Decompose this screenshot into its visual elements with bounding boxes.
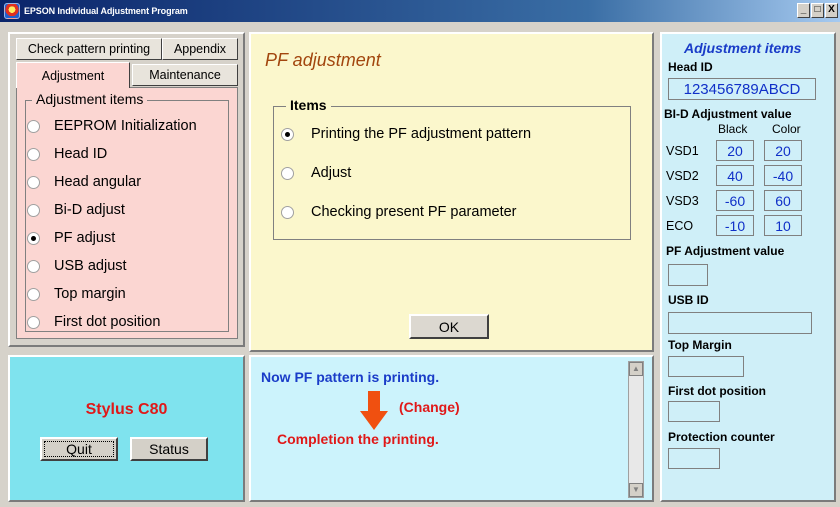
message-panel: Now PF pattern is printing. (Change) Com… [249,355,654,502]
head-id-label: Head ID [668,60,713,74]
message-line-completion: Completion the printing. [277,431,439,447]
radio-eeprom-initialization[interactable]: EEPROM Initialization [27,118,197,134]
usb-id-label: USB ID [668,293,709,307]
bid-color-value: 60 [764,190,802,211]
first-dot-position-field [668,401,720,422]
adjustment-items-legend: Adjustment items [32,91,148,107]
option-print-pf-pattern[interactable]: Printing the PF adjustment pattern [281,126,531,142]
bid-row-label: VSD1 [666,144,699,158]
items-legend: Items [286,97,331,113]
radio-label-pf-adjust: PF adjust [54,230,116,246]
window-controls: _ □ X [797,3,838,18]
change-label: (Change) [399,399,460,415]
status-button[interactable]: Status [130,437,208,461]
bid-color-value: -40 [764,165,802,186]
pf-adjustment-value-field [668,264,708,286]
option-adjust[interactable]: Adjust [281,165,351,181]
radio-button-first-dot-position[interactable] [27,315,40,329]
option-label-adjust: Adjust [311,165,352,181]
quit-button[interactable]: Quit [40,437,118,461]
radio-button-bi-d-adjust[interactable] [27,203,40,217]
title-bar: EPSON Individual Adjustment Program _ □ … [0,0,840,22]
left-panel: Check pattern printing Appendix Adjustme… [8,32,245,347]
bid-row-label: VSD3 [666,194,699,208]
radio-head-angular[interactable]: Head angular [27,174,141,190]
center-panel: PF adjustment Items Printing the PF adju… [249,32,654,352]
usb-id-field [668,312,812,334]
radio-button-eeprom-initialization[interactable] [27,119,40,133]
radio-button-head-angular[interactable] [27,175,40,189]
message-scrollbar[interactable]: ▲ ▼ [628,361,644,498]
option-radio-adjust[interactable] [281,166,294,180]
radio-button-usb-adjust[interactable] [27,259,40,273]
epson-app-icon [4,3,20,19]
protection-counter-field [668,448,720,469]
head-id-field: 123456789ABCD [668,78,816,100]
minimize-button[interactable]: _ [797,3,810,18]
radio-button-pf-adjust[interactable] [27,231,40,245]
option-label-check-pf-parameter: Checking present PF parameter [311,204,517,220]
adjustment-items-heading: Adjustment items [684,40,802,56]
radio-button-head-id[interactable] [27,147,40,161]
radio-label-bi-d-adjust: Bi-D adjust [54,202,125,218]
radio-head-id[interactable]: Head ID [27,146,107,162]
bid-black-value: 40 [716,165,754,186]
bid-black-value: 20 [716,140,754,161]
adjustment-tab-content: Adjustment items EEPROM Initialization He… [16,87,238,339]
radio-label-top-margin: Top margin [54,286,126,302]
tab-appendix[interactable]: Appendix [162,38,238,60]
col-black-label: Black [718,122,748,136]
close-button[interactable]: X [825,3,838,18]
pf-adjustment-title: PF adjustment [265,50,381,70]
tab-maintenance[interactable]: Maintenance [132,64,238,86]
radio-bi-d-adjust[interactable]: Bi-D adjust [27,202,125,218]
window-title: EPSON Individual Adjustment Program [24,6,188,16]
scroll-down-icon[interactable]: ▼ [629,483,643,497]
model-name: Stylus C80 [85,401,168,418]
radio-label-eeprom-initialization: EEPROM Initialization [54,118,197,134]
bid-color-value: 20 [764,140,802,161]
option-label-print-pf-pattern: Printing the PF adjustment pattern [311,126,532,142]
option-radio-print-pf-pattern[interactable] [281,127,294,141]
model-panel: Stylus C80 Quit Status [8,355,245,502]
down-arrow-icon [360,391,388,430]
top-margin-label: Top Margin [668,338,732,352]
top-margin-field [668,356,744,377]
tab-check-pattern-printing[interactable]: Check pattern printing [16,38,162,60]
radio-label-usb-adjust: USB adjust [54,258,127,274]
option-radio-check-pf-parameter[interactable] [281,205,294,219]
radio-first-dot-position[interactable]: First dot position [27,314,160,330]
bid-color-value: 10 [764,215,802,236]
pf-adjustment-value-label: PF Adjustment value [666,244,785,258]
radio-pf-adjust[interactable]: PF adjust [27,230,115,246]
option-check-pf-parameter[interactable]: Checking present PF parameter [281,204,517,220]
first-dot-position-label: First dot position [668,384,766,398]
protection-counter-label: Protection counter [668,430,775,444]
right-panel: Adjustment items Head ID 123456789ABCD B… [660,32,836,502]
radio-top-margin[interactable]: Top margin [27,286,126,302]
window-client: Check pattern printing Appendix Adjustme… [0,22,840,507]
bid-row-label: VSD2 [666,169,699,183]
radio-label-head-angular: Head angular [54,174,142,190]
tab-adjustment[interactable]: Adjustment [16,62,130,88]
col-color-label: Color [772,122,801,136]
bid-black-value: -60 [716,190,754,211]
radio-button-top-margin[interactable] [27,287,40,301]
maximize-button[interactable]: □ [811,3,824,18]
bid-row-label: ECO [666,219,694,233]
message-line-printing: Now PF pattern is printing. [261,369,440,385]
radio-usb-adjust[interactable]: USB adjust [27,258,127,274]
bid-adjustment-label: BI-D Adjustment value [664,107,792,121]
radio-label-head-id: Head ID [54,146,108,162]
scroll-up-icon[interactable]: ▲ [629,362,643,376]
ok-button[interactable]: OK [409,314,489,339]
radio-label-first-dot-position: First dot position [54,314,161,330]
bid-black-value: -10 [716,215,754,236]
